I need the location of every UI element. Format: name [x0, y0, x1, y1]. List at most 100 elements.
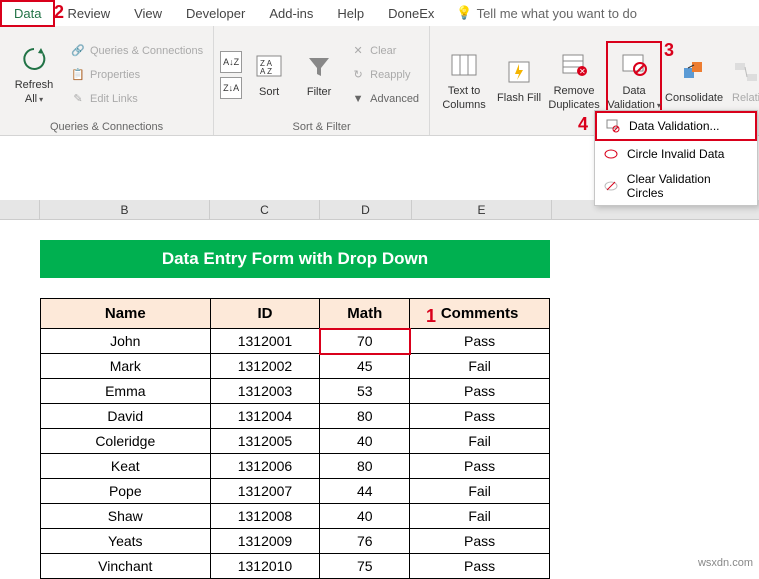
sort-button[interactable]: Z AA Z Sort	[246, 35, 292, 115]
data-validation-button[interactable]: Data Validation	[606, 41, 662, 121]
data-table: Name ID Math Comments John131200170PassM…	[40, 298, 550, 579]
tell-me-search[interactable]: 💡 Tell me what you want to do	[446, 5, 637, 21]
cell-id[interactable]: 1312009	[210, 529, 320, 554]
consolidate-button[interactable]: Consolidate	[666, 41, 722, 121]
advanced-label: Advanced	[370, 93, 419, 105]
t2c-label: Text to Columns	[436, 85, 492, 111]
svg-text:✕: ✕	[579, 67, 586, 76]
cell-math[interactable]: 44	[320, 479, 410, 504]
flash-icon	[503, 56, 535, 88]
cell-id[interactable]: 1312001	[210, 329, 320, 354]
group-sort-filter: A↓Z Z↓A Z AA Z Sort Filter ✕Clear ↻Reapp…	[214, 26, 430, 135]
table-row: Keat131200680Pass	[41, 454, 550, 479]
cell-comments[interactable]: Fail	[410, 479, 550, 504]
cell-math[interactable]: 53	[320, 379, 410, 404]
cell-name[interactable]: Pope	[41, 479, 211, 504]
cell-name[interactable]: Mark	[41, 354, 211, 379]
tab-donex[interactable]: DoneEx	[376, 2, 446, 25]
sort-desc-button[interactable]: Z↓A	[220, 77, 242, 99]
table-row: Coleridge131200540Fail	[41, 429, 550, 454]
cell-name[interactable]: David	[41, 404, 211, 429]
cell-comments[interactable]: Pass	[410, 554, 550, 579]
th-math[interactable]: Math	[320, 299, 410, 329]
cell-math[interactable]: 45	[320, 354, 410, 379]
tab-view[interactable]: View	[122, 2, 174, 25]
flash-fill-button[interactable]: Flash Fill	[496, 41, 542, 121]
queries-connections-button[interactable]: 🔗 Queries & Connections	[66, 40, 207, 62]
svg-text:A Z: A Z	[260, 67, 272, 76]
cell-comments[interactable]: Fail	[410, 429, 550, 454]
cell-id[interactable]: 1312003	[210, 379, 320, 404]
tab-addins[interactable]: Add-ins	[257, 2, 325, 25]
cell-id[interactable]: 1312005	[210, 429, 320, 454]
worksheet: Data Entry Form with Drop Down Name ID M…	[0, 240, 759, 579]
text-to-columns-button[interactable]: Text to Columns	[436, 41, 492, 121]
properties-button[interactable]: 📋Properties	[66, 64, 207, 86]
relations-icon	[730, 56, 759, 88]
clear-filter-button[interactable]: ✕Clear	[346, 40, 423, 62]
annotation-3: 3	[664, 40, 674, 61]
cell-comments[interactable]: Pass	[410, 454, 550, 479]
cell-id[interactable]: 1312004	[210, 404, 320, 429]
filter-icon	[303, 50, 335, 82]
cell-id[interactable]: 1312010	[210, 554, 320, 579]
queries-label: Queries & Connections	[90, 45, 203, 57]
colhead-b[interactable]: B	[40, 200, 210, 219]
cell-math[interactable]: 40	[320, 504, 410, 529]
cell-id[interactable]: 1312002	[210, 354, 320, 379]
advanced-filter-button[interactable]: ▼Advanced	[346, 88, 423, 110]
cell-name[interactable]: Coleridge	[41, 429, 211, 454]
t2c-icon	[448, 49, 480, 81]
remove-duplicates-button[interactable]: ✕ Remove Duplicates	[546, 41, 602, 121]
cell-math[interactable]: 75	[320, 554, 410, 579]
annotation-4: 4	[578, 114, 588, 135]
cell-comments[interactable]: Pass	[410, 329, 550, 354]
tab-data[interactable]: Data	[0, 0, 55, 27]
menu-circle-invalid[interactable]: Circle Invalid Data	[595, 141, 757, 167]
tab-developer[interactable]: Developer	[174, 2, 257, 25]
cell-math[interactable]: 76	[320, 529, 410, 554]
tab-help[interactable]: Help	[325, 2, 376, 25]
cell-id[interactable]: 1312007	[210, 479, 320, 504]
colhead-e[interactable]: E	[412, 200, 552, 219]
editlinks-label: Edit Links	[90, 93, 138, 105]
cell-math[interactable]: 80	[320, 404, 410, 429]
cell-name[interactable]: Keat	[41, 454, 211, 479]
cell-id[interactable]: 1312006	[210, 454, 320, 479]
cell-comments[interactable]: Pass	[410, 379, 550, 404]
menu-clear-circles[interactable]: Clear Validation Circles	[595, 167, 757, 205]
cell-math[interactable]: 80	[320, 454, 410, 479]
connections-icon: 🔗	[70, 43, 86, 59]
cell-name[interactable]: Emma	[41, 379, 211, 404]
cell-comments[interactable]: Pass	[410, 529, 550, 554]
edit-links-button[interactable]: ✎Edit Links	[66, 88, 207, 110]
watermark: wsxdn.com	[698, 557, 753, 569]
colhead-a[interactable]	[0, 200, 40, 219]
cell-math[interactable]: 70	[320, 329, 410, 354]
table-header-row: Name ID Math Comments	[41, 299, 550, 329]
reapply-label: Reapply	[370, 69, 410, 81]
colhead-c[interactable]: C	[210, 200, 320, 219]
consol-label: Consolidate	[665, 92, 723, 105]
cell-comments[interactable]: Fail	[410, 504, 550, 529]
table-row: Yeats131200976Pass	[41, 529, 550, 554]
annotation-2: 2	[54, 2, 64, 23]
cell-id[interactable]: 1312008	[210, 504, 320, 529]
refresh-all-button[interactable]: Refresh All	[6, 35, 62, 115]
tab-review[interactable]: Review	[55, 2, 122, 25]
cell-comments[interactable]: Fail	[410, 354, 550, 379]
th-id[interactable]: ID	[210, 299, 320, 329]
colhead-d[interactable]: D	[320, 200, 412, 219]
th-name[interactable]: Name	[41, 299, 211, 329]
cell-name[interactable]: Vinchant	[41, 554, 211, 579]
table-row: Emma131200353Pass	[41, 379, 550, 404]
reapply-button[interactable]: ↻Reapply	[346, 64, 423, 86]
cell-name[interactable]: Shaw	[41, 504, 211, 529]
menu-data-validation[interactable]: Data Validation...	[595, 111, 757, 141]
cell-name[interactable]: Yeats	[41, 529, 211, 554]
cell-math[interactable]: 40	[320, 429, 410, 454]
cell-comments[interactable]: Pass	[410, 404, 550, 429]
sort-asc-button[interactable]: A↓Z	[220, 51, 242, 73]
cell-name[interactable]: John	[41, 329, 211, 354]
filter-button[interactable]: Filter	[296, 35, 342, 115]
